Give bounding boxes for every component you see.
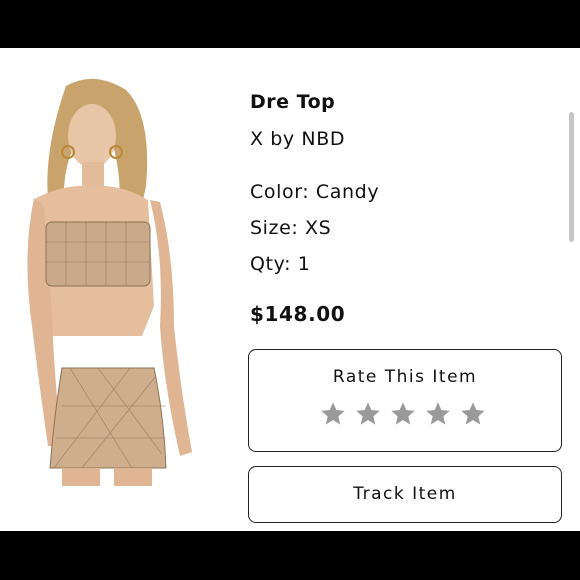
rating-stars xyxy=(319,400,487,428)
product-photo[interactable] xyxy=(14,76,210,486)
product-size: Size: XS xyxy=(250,217,332,239)
order-item-card: Dre Top X by NBD Color: Candy Size: XS Q… xyxy=(0,48,580,531)
rate-item-label: Rate This Item xyxy=(332,367,478,387)
star-icon[interactable] xyxy=(424,400,452,428)
star-icon[interactable] xyxy=(459,400,487,428)
product-title[interactable]: Dre Top xyxy=(250,91,335,113)
bottom-black-bar xyxy=(0,531,580,580)
product-quantity: Qty: 1 xyxy=(250,253,311,275)
top-black-bar xyxy=(0,0,580,48)
product-price: $148.00 xyxy=(250,302,346,326)
star-icon[interactable] xyxy=(389,400,417,428)
scrollbar[interactable] xyxy=(569,112,574,242)
rate-item-box: Rate This Item xyxy=(248,349,562,452)
star-icon[interactable] xyxy=(319,400,347,428)
product-color: Color: Candy xyxy=(250,181,380,203)
track-item-label: Track Item xyxy=(353,484,457,504)
star-icon[interactable] xyxy=(354,400,382,428)
track-item-button[interactable]: Track Item xyxy=(248,466,562,523)
product-brand: X by NBD xyxy=(250,128,346,150)
